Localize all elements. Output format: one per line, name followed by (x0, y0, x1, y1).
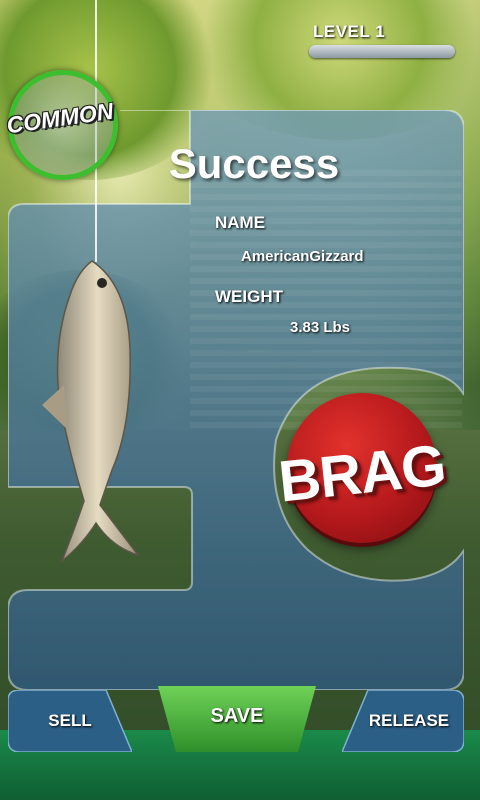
sell-label: SELL (48, 711, 92, 730)
fish-weight-value: 3.83 Lbs (290, 319, 351, 336)
level-progress-bar (309, 45, 455, 58)
fish-illustration (42, 260, 141, 564)
sell-button[interactable]: SELL (8, 690, 132, 752)
fish-name-value: AmericanGizzard (241, 248, 364, 265)
release-label: RELEASE (368, 711, 450, 730)
save-button[interactable]: SAVE (158, 686, 316, 752)
release-button[interactable]: RELEASE (342, 690, 464, 752)
level-label: LEVEL 1 (313, 22, 386, 41)
name-label: NAME (215, 213, 266, 232)
save-label: SAVE (210, 704, 264, 727)
weight-label: WEIGHT (215, 287, 283, 306)
